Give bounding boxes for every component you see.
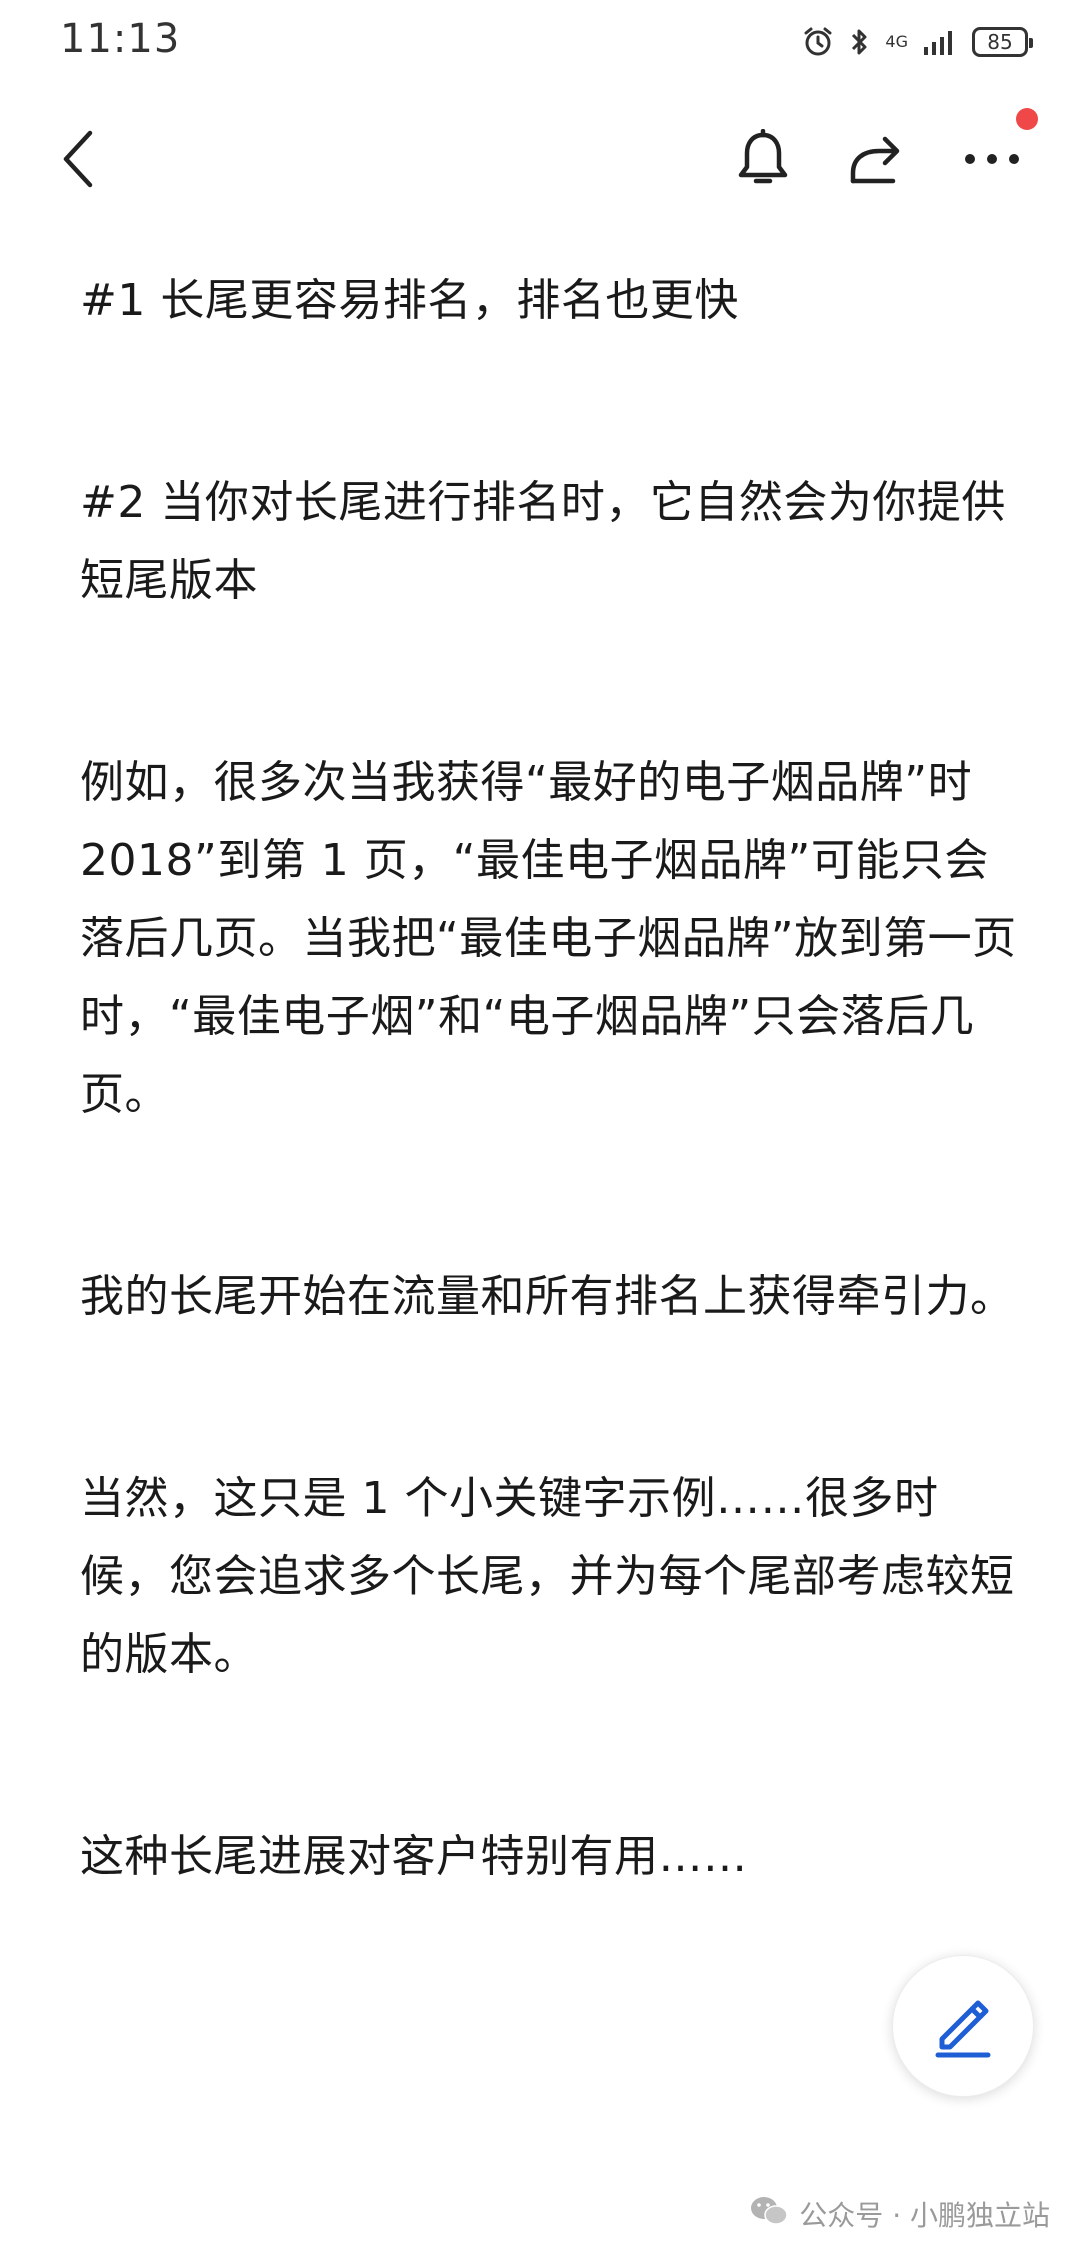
status-time: 11:13 (60, 16, 181, 62)
back-button[interactable] (48, 119, 108, 199)
alarm-icon (801, 25, 835, 59)
notification-dot (1016, 108, 1038, 130)
bluetooth-icon (849, 25, 871, 59)
paragraph: 这种长尾进展对客户特别有用…… (80, 1831, 748, 1882)
status-bar: 11:13 4G 85 (0, 0, 1080, 84)
back-icon (63, 130, 93, 188)
article-content: #1 长尾更容易排名，排名也更快 #2 当你对长尾进行排名时，它自然会为你提供短… (80, 262, 1020, 2020)
battery-level: 85 (987, 30, 1013, 54)
paragraph: #2 当你对长尾进行排名时，它自然会为你提供短尾版本 (80, 477, 1006, 606)
share-icon (850, 136, 900, 184)
paragraph: 我的长尾开始在流量和所有排名上获得牵引力。 (80, 1271, 1015, 1322)
battery-icon: 85 (972, 27, 1033, 57)
network-type-icon: 4G (885, 32, 908, 51)
more-options-button[interactable] (954, 124, 1030, 194)
paragraph: #1 长尾更容易排名，排名也更快 (80, 275, 739, 326)
app-bar (0, 84, 1080, 234)
bell-icon (738, 129, 788, 184)
edit-button[interactable] (892, 1955, 1034, 2097)
share-button[interactable] (842, 124, 912, 194)
notification-button[interactable] (728, 124, 798, 194)
status-icons: 4G 85 (801, 20, 1033, 64)
signal-icon (922, 27, 958, 57)
pencil-icon (935, 2000, 991, 2058)
watermark: 公众号 · 小鹏独立站 (749, 2194, 1050, 2234)
paragraph: 当然，这只是 1 个小关键字示例……很多时候，您会追求多个长尾，并为每个尾部考虑… (80, 1473, 1015, 1680)
wechat-icon (749, 2195, 789, 2234)
watermark-text: 公众号 · 小鹏独立站 (799, 2199, 1050, 2232)
more-icon (965, 154, 1019, 164)
paragraph: 例如，很多次当我获得“最好的电子烟品牌”时2018”到第 1 页，“最佳电子烟品… (80, 757, 1017, 1120)
